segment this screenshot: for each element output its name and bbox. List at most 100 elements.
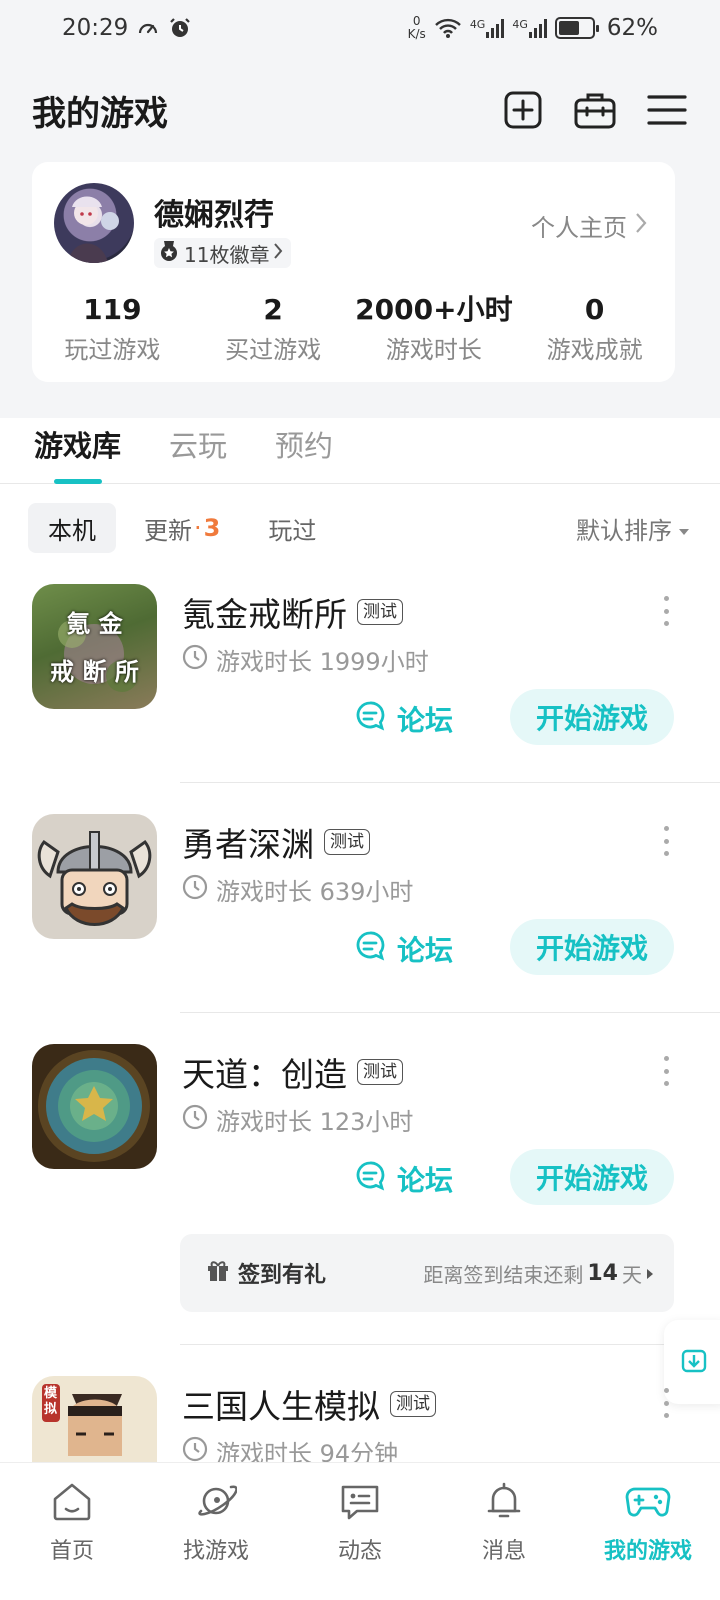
game-title: 氪金戒断所 — [182, 595, 347, 634]
net-speed-unit: K/s — [407, 27, 426, 41]
game-icon[interactable]: 氪 金 戒 断 所 — [32, 584, 157, 709]
tab-reservations[interactable]: 预约 — [275, 418, 333, 484]
menu-icon[interactable] — [646, 89, 688, 131]
status-bar: 20:29 0 K/s 4G 4G 62% — [0, 0, 720, 56]
nav-label: 我的游戏 — [603, 1539, 692, 1564]
test-tag: 测试 — [357, 1059, 403, 1085]
nav-my-games[interactable]: 我的游戏 — [576, 1463, 720, 1600]
signin-title-group: 签到有礼 — [206, 1257, 326, 1289]
more-options-icon[interactable] — [660, 826, 672, 856]
test-tag: 测试 — [390, 1391, 436, 1417]
stat-value: 0 — [584, 293, 605, 326]
chat-icon — [339, 1481, 381, 1525]
badges-link[interactable]: 11枚徽章 — [154, 238, 292, 268]
game-icon-text-bottom: 戒 断 所 — [50, 658, 139, 686]
forum-label: 论坛 — [397, 704, 454, 737]
start-game-button[interactable]: 开始游戏 — [510, 919, 674, 975]
battery-icon — [554, 17, 599, 39]
planet-icon — [195, 1481, 238, 1525]
profile-card[interactable]: 德娴烈荇 11枚徽章 个人主页 119 玩过游戏 2 买过游戏 2000+小时 … — [32, 162, 675, 382]
game-item[interactable]: 天道：创造 测试 游戏时长 123小时 论坛 开始游戏 — [0, 1044, 720, 1224]
signal-bars-icon — [528, 18, 547, 38]
play-time: 游戏时长 94分钟 — [182, 1434, 398, 1462]
start-game-button[interactable]: 开始游戏 — [510, 1149, 674, 1205]
game-icon[interactable] — [32, 814, 157, 939]
filter-updates[interactable]: 更新 · 3 — [124, 503, 240, 553]
nav-messages[interactable]: 消息 — [432, 1463, 576, 1600]
signin-banner[interactable]: 签到有礼 距离签到结束还剩 14 天 — [180, 1234, 674, 1312]
nav-discover[interactable]: 找游戏 — [144, 1463, 288, 1600]
stat-label: 玩过游戏 — [64, 336, 161, 364]
game-title-row: 氪金戒断所 测试 — [182, 588, 403, 636]
nav-feed[interactable]: 动态 — [288, 1463, 432, 1600]
filter-bar: 本机 更新 · 3 玩过 默认排序 — [28, 502, 690, 554]
play-time-text: 游戏时长 123小时 — [216, 1108, 414, 1136]
chevron-right-icon — [635, 212, 647, 240]
toolbox-icon[interactable] — [574, 89, 616, 131]
divider — [180, 782, 720, 783]
stat-played-games[interactable]: 119 玩过游戏 — [32, 292, 193, 365]
home-icon — [51, 1481, 93, 1525]
tab-library[interactable]: 游戏库 — [34, 418, 121, 484]
stat-value: 2000+小时 — [355, 293, 513, 326]
signal-2: 4G — [512, 18, 547, 38]
signin-title: 签到有礼 — [238, 1263, 327, 1288]
username: 德娴烈荇 — [154, 198, 274, 233]
game-icon[interactable] — [32, 1044, 157, 1169]
status-right: 0 K/s 4G 4G 62% — [407, 15, 658, 42]
play-time: 游戏时长 123小时 — [182, 1102, 413, 1137]
stat-bought-games[interactable]: 2 买过游戏 — [193, 292, 354, 365]
more-options-icon[interactable] — [660, 1056, 672, 1086]
stat-achievements[interactable]: 0 游戏成就 — [514, 292, 675, 365]
status-left: 20:29 — [62, 15, 192, 41]
forum-icon — [355, 1160, 387, 1199]
avatar[interactable] — [54, 183, 134, 263]
forum-icon — [355, 930, 387, 969]
game-title: 天道：创造 — [182, 1055, 347, 1094]
battery-percent: 62% — [606, 15, 658, 41]
wifi-icon — [434, 17, 462, 39]
game-item[interactable]: 勇者深渊 测试 游戏时长 639小时 论坛 开始游戏 — [0, 814, 720, 1014]
filter-local[interactable]: 本机 — [28, 503, 116, 553]
caret-right-icon — [646, 1261, 654, 1285]
play-time: 游戏时长 639小时 — [182, 872, 413, 907]
caret-down-icon — [678, 514, 690, 542]
library-tabs: 游戏库 云玩 预约 — [0, 418, 720, 484]
clock-icon — [182, 644, 208, 676]
homepage-label: 个人主页 — [531, 214, 627, 242]
test-tag: 测试 — [357, 599, 403, 625]
more-options-icon[interactable] — [660, 1388, 672, 1418]
clock-icon — [182, 1104, 208, 1136]
chevron-right-icon — [273, 241, 283, 265]
filter-played[interactable]: 玩过 — [248, 503, 336, 553]
alarm-icon — [168, 16, 192, 40]
divider — [180, 1344, 720, 1345]
nav-label: 动态 — [337, 1539, 382, 1564]
sort-dropdown[interactable]: 默认排序 — [576, 511, 690, 546]
game-icon[interactable]: 模拟 — [32, 1376, 157, 1462]
nav-home[interactable]: 首页 — [0, 1463, 144, 1600]
more-options-icon[interactable] — [660, 596, 672, 626]
game-item[interactable]: 模拟 三国人生模拟 测试 游戏时长 94分钟 — [0, 1376, 720, 1462]
add-icon[interactable] — [502, 89, 544, 131]
play-time-text: 游戏时长 94分钟 — [216, 1440, 399, 1462]
forum-button[interactable]: 论坛 — [355, 924, 453, 974]
page-title: 我的游戏 — [32, 93, 168, 134]
forum-label: 论坛 — [397, 1164, 454, 1197]
badges-count: 11枚徽章 — [184, 242, 270, 267]
play-time-text: 游戏时长 1999小时 — [216, 648, 429, 676]
homepage-link[interactable]: 个人主页 — [531, 208, 647, 243]
start-game-button[interactable]: 开始游戏 — [510, 689, 674, 745]
speedometer-icon — [136, 16, 160, 40]
bottom-nav: 首页 找游戏 动态 消息 我的游戏 — [0, 1462, 720, 1600]
forum-button[interactable]: 论坛 — [355, 1154, 453, 1204]
game-item[interactable]: 氪 金 戒 断 所 氪金戒断所 测试 游戏时长 1999小时 论坛 开始游戏 — [0, 584, 720, 784]
game-icon-text-top: 氪 金 — [66, 610, 123, 638]
forum-button[interactable]: 论坛 — [355, 694, 453, 744]
stat-play-time[interactable]: 2000+小时 游戏时长 — [354, 292, 515, 365]
clock-icon — [182, 1436, 208, 1463]
signin-countdown: 距离签到结束还剩 14 天 — [423, 1259, 654, 1288]
test-tag: 测试 — [324, 829, 370, 855]
signin-info-prefix: 距离签到结束还剩 — [423, 1262, 584, 1287]
tab-cloud-play[interactable]: 云玩 — [169, 418, 227, 484]
